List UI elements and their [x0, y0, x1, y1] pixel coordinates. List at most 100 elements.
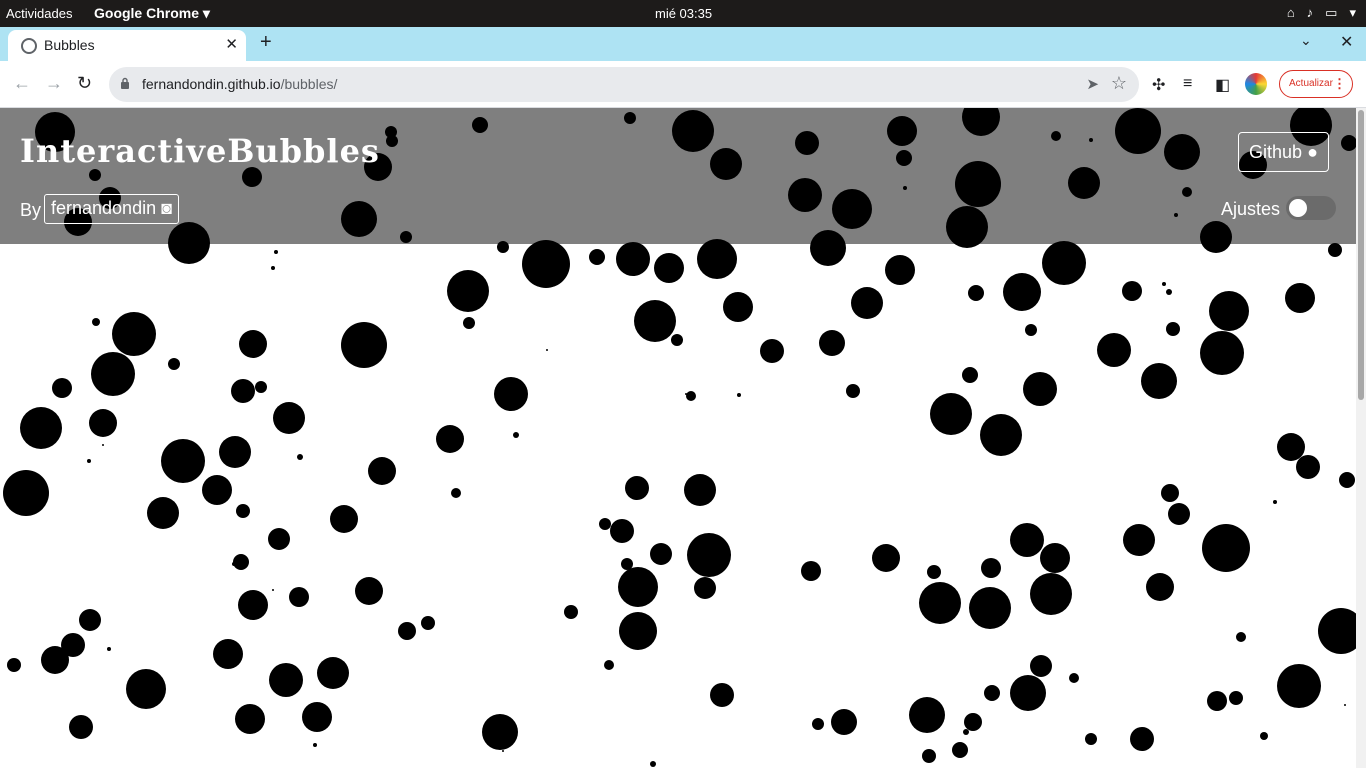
bubble[interactable] — [1344, 704, 1346, 706]
bubble[interactable] — [1339, 472, 1355, 488]
bubble[interactable] — [255, 381, 267, 393]
bubble[interactable] — [546, 349, 548, 351]
bubble[interactable] — [168, 358, 180, 370]
settings-toggle[interactable] — [1286, 196, 1336, 220]
bubble[interactable] — [497, 241, 509, 253]
bubble[interactable] — [289, 587, 309, 607]
bubble[interactable] — [723, 292, 753, 322]
bubble[interactable] — [368, 457, 396, 485]
bubble[interactable] — [610, 519, 634, 543]
bubble[interactable] — [1085, 733, 1097, 745]
extensions-icon[interactable]: ✣ — [1152, 75, 1165, 95]
bubble[interactable] — [964, 713, 982, 731]
bubble[interactable] — [7, 658, 21, 672]
bubble[interactable] — [930, 393, 972, 435]
bubble[interactable] — [451, 488, 461, 498]
bubble[interactable] — [463, 317, 475, 329]
bubble[interactable] — [962, 108, 1000, 136]
bubble[interactable] — [1260, 732, 1268, 740]
back-arrow-icon[interactable]: ← — [13, 73, 31, 94]
bubble[interactable] — [1182, 187, 1192, 197]
bubble[interactable] — [341, 322, 387, 368]
avatar-icon[interactable] — [1245, 73, 1267, 95]
system-tray[interactable]: ⌂ ♪ ▭ ▾ — [1287, 5, 1356, 21]
forward-arrow-icon[interactable]: → — [45, 73, 63, 94]
bubble[interactable] — [1277, 664, 1321, 708]
bubble[interactable] — [1068, 167, 1100, 199]
side-panel-icon[interactable]: ◧ — [1215, 75, 1230, 95]
bubble[interactable] — [269, 663, 303, 697]
bubble[interactable] — [232, 562, 236, 566]
bubble[interactable] — [1030, 573, 1072, 615]
bubble[interactable] — [447, 270, 489, 312]
scrollbar-thumb[interactable] — [1358, 110, 1364, 400]
bubble[interactable] — [317, 657, 349, 689]
bubble[interactable] — [398, 622, 416, 640]
browser-tab[interactable]: Bubbles ✕ — [8, 30, 246, 61]
bubble[interactable] — [1161, 484, 1179, 502]
bubble[interactable] — [1200, 331, 1244, 375]
bubble[interactable] — [624, 112, 636, 124]
bubble[interactable] — [79, 609, 101, 631]
bubble[interactable] — [968, 285, 984, 301]
bubble[interactable] — [634, 300, 676, 342]
bubble[interactable] — [604, 660, 614, 670]
bubble[interactable] — [1164, 134, 1200, 170]
bubble[interactable] — [1146, 573, 1174, 601]
bubble[interactable] — [922, 749, 936, 763]
bubble[interactable] — [1122, 281, 1142, 301]
bubble[interactable] — [494, 377, 528, 411]
star-icon[interactable]: ☆ — [1111, 73, 1127, 94]
bubble[interactable] — [102, 444, 104, 446]
activities-button[interactable]: Actividades — [6, 6, 72, 21]
clock[interactable]: mié 03:35 — [655, 6, 712, 21]
bubble[interactable] — [302, 702, 332, 732]
bubble[interactable] — [903, 186, 907, 190]
bubble[interactable] — [963, 729, 969, 735]
bubble[interactable] — [231, 379, 255, 403]
bubble[interactable] — [213, 639, 243, 669]
bubble[interactable] — [984, 685, 1000, 701]
bubble[interactable] — [650, 761, 656, 767]
github-link[interactable]: Github ● — [1238, 132, 1329, 172]
bubble[interactable] — [801, 561, 821, 581]
bubble[interactable] — [268, 528, 290, 550]
bubble[interactable] — [981, 558, 1001, 578]
app-menu[interactable]: Google Chrome ▾ — [94, 5, 210, 22]
bubble[interactable] — [161, 439, 205, 483]
bubble[interactable] — [436, 425, 464, 453]
window-close-icon[interactable]: ✕ — [1340, 32, 1353, 52]
bubble[interactable] — [1285, 283, 1315, 313]
bubble[interactable] — [273, 402, 305, 434]
bubble[interactable] — [969, 587, 1011, 629]
bubble[interactable] — [564, 605, 578, 619]
bubble[interactable] — [851, 287, 883, 319]
bubble[interactable] — [341, 201, 377, 237]
bubble[interactable] — [502, 750, 504, 752]
bubble-canvas[interactable] — [0, 108, 1356, 768]
bubble[interactable] — [927, 565, 941, 579]
media-queue-icon[interactable]: ≡ — [1183, 75, 1192, 93]
bubble[interactable] — [1010, 675, 1046, 711]
bubble[interactable] — [238, 590, 268, 620]
bubble[interactable] — [386, 135, 398, 147]
bubble[interactable] — [694, 577, 716, 599]
bubble[interactable] — [1025, 324, 1037, 336]
bubble[interactable] — [330, 505, 358, 533]
bubble[interactable] — [202, 475, 232, 505]
bubble[interactable] — [1003, 273, 1041, 311]
bubble[interactable] — [20, 407, 62, 449]
chevron-down-icon[interactable]: ⌄ — [1300, 32, 1312, 49]
bubble[interactable] — [955, 161, 1001, 207]
bubble[interactable] — [885, 255, 915, 285]
bubble[interactable] — [421, 616, 435, 630]
bubble[interactable] — [909, 697, 945, 733]
bubble[interactable] — [788, 178, 822, 212]
bubble[interactable] — [92, 318, 100, 326]
send-icon[interactable]: ➤ — [1086, 75, 1099, 93]
bubble[interactable] — [112, 312, 156, 356]
bubble[interactable] — [1166, 289, 1172, 295]
bubble[interactable] — [1051, 131, 1061, 141]
bubble[interactable] — [1277, 433, 1305, 461]
bubble[interactable] — [1130, 727, 1154, 751]
